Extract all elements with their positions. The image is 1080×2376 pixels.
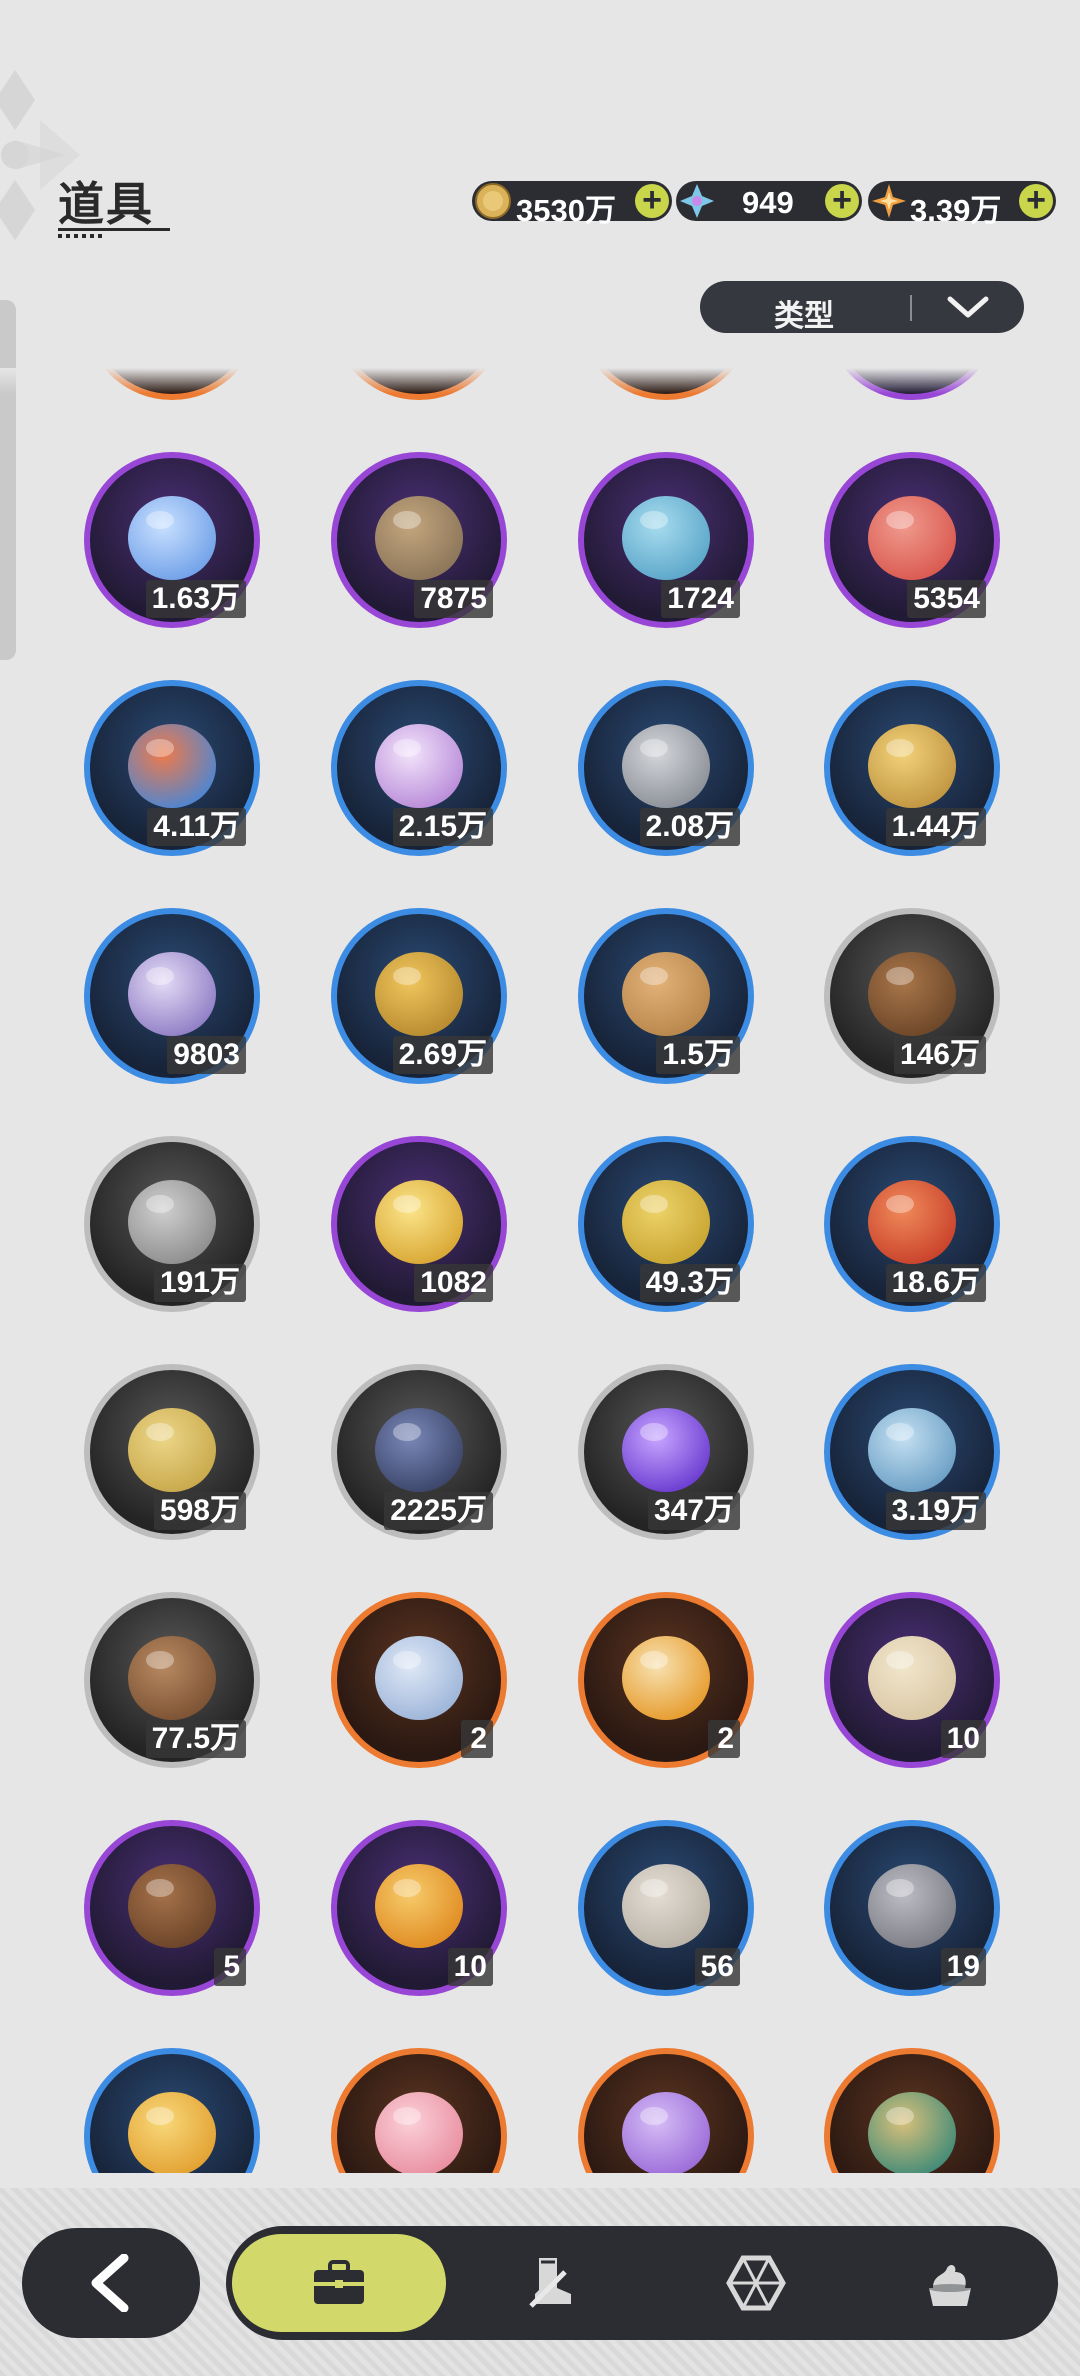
item-slot[interactable] <box>578 2048 754 2173</box>
item-count: 1.63万 <box>145 580 246 618</box>
add-star-button[interactable]: + <box>1019 183 1053 218</box>
item-slot[interactable]: 2225万 <box>331 1364 507 1540</box>
item-slot[interactable]: 1.63万 <box>84 452 260 628</box>
purple-bouquet-icon <box>604 2070 728 2173</box>
item-slot[interactable]: 19 <box>824 1820 1000 1996</box>
tab-consumables[interactable] <box>850 2234 1050 2332</box>
currency-gold-value: 3530万 <box>516 193 616 228</box>
item-slot[interactable]: 2 <box>578 1592 754 1768</box>
currency-gold: 3530万 + <box>472 181 672 228</box>
briefcase-icon <box>314 2260 364 2304</box>
type-filter-dropdown[interactable]: 类型 <box>700 281 1024 333</box>
item-slot[interactable]: 5 <box>84 1820 260 1996</box>
item-count: 146万 <box>893 1036 986 1074</box>
item-slot[interactable]: 598万 <box>84 1364 260 1540</box>
item-count: 2.69万 <box>392 1036 493 1074</box>
tab-equipment[interactable] <box>454 2234 654 2332</box>
chevron-down-icon <box>947 296 989 318</box>
title-dots <box>58 234 106 238</box>
item-slot[interactable]: 18.6万 <box>824 1136 1000 1312</box>
crystal-icon <box>680 184 714 218</box>
item-count: 2.15万 <box>392 808 493 846</box>
item-slot[interactable] <box>824 2048 1000 2173</box>
item-slot[interactable]: 4.11万 <box>84 680 260 856</box>
page-title: 道具 <box>58 178 154 230</box>
item-count: 1.5万 <box>656 1036 740 1074</box>
tab-items[interactable] <box>232 2234 446 2332</box>
gold-coin-icon <box>475 183 511 219</box>
boot-sword-icon <box>529 2258 571 2308</box>
tab-gems[interactable] <box>656 2234 856 2332</box>
item-slot[interactable]: 77.5万 <box>84 1592 260 1768</box>
item-count: 1.44万 <box>885 808 986 846</box>
pocket-watch-icon <box>850 2070 974 2173</box>
item-count: 7875 <box>414 580 493 618</box>
item-count: 18.6万 <box>885 1264 986 1302</box>
add-crystal-button[interactable]: + <box>825 183 859 218</box>
item-slot[interactable]: 146万 <box>824 908 1000 1084</box>
item-count: 10 <box>940 1720 986 1758</box>
type-filter-label: 类型 <box>774 300 834 333</box>
item-grid[interactable]: 1.63万 7875 1724 5354 4.11万 2.15万 2.08万 1… <box>0 368 1080 2173</box>
item-slot[interactable]: 9803 <box>84 908 260 1084</box>
currency-star-value: 3.39万 <box>910 193 1002 228</box>
item-slot[interactable]: 10 <box>824 1592 1000 1768</box>
item-slot[interactable]: 2.69万 <box>331 908 507 1084</box>
item-slot[interactable]: 347万 <box>578 1364 754 1540</box>
item-count: 10 <box>447 1948 493 1986</box>
item-count: 2 <box>708 1720 740 1758</box>
item-slot[interactable]: 2.08万 <box>578 680 754 856</box>
item-count: 9803 <box>167 1036 246 1074</box>
item-count: 3.19万 <box>885 1492 986 1530</box>
item-count: 2225万 <box>384 1492 493 1530</box>
item-slot[interactable]: 2.15万 <box>331 680 507 856</box>
item-slot[interactable]: 5354 <box>824 452 1000 628</box>
item-slot[interactable]: 1082 <box>331 1136 507 1312</box>
item-count: 5 <box>214 1948 246 1986</box>
item-count: 5354 <box>907 580 986 618</box>
elixir-vial-icon <box>110 2070 234 2173</box>
item-slot[interactable] <box>84 2048 260 2173</box>
cream-pot-icon <box>928 2265 972 2306</box>
star-gem-icon <box>872 184 906 218</box>
item-count: 4.11万 <box>147 808 246 846</box>
item-count: 1082 <box>414 1264 493 1302</box>
back-arrow-icon <box>91 2254 129 2312</box>
currency-crystal: 949 + <box>676 181 862 221</box>
item-slot[interactable]: 56 <box>578 1820 754 1996</box>
item-count: 598万 <box>153 1492 246 1530</box>
item-slot[interactable]: 1.5万 <box>578 908 754 1084</box>
item-slot[interactable]: 1.44万 <box>824 680 1000 856</box>
currency-crystal-value: 949 <box>742 185 794 220</box>
item-count: 19 <box>940 1948 986 1986</box>
item-count: 2 <box>461 1720 493 1758</box>
item-count: 1724 <box>661 580 740 618</box>
item-count: 49.3万 <box>639 1264 740 1302</box>
item-slot[interactable]: 49.3万 <box>578 1136 754 1312</box>
item-slot[interactable]: 10 <box>331 1820 507 1996</box>
type-filter-separator <box>910 295 912 321</box>
item-slot[interactable]: 1724 <box>578 452 754 628</box>
currency-star: 3.39万 + <box>868 181 1056 228</box>
gem-hexagon-icon <box>726 2255 786 2311</box>
grid-top-fade <box>0 368 1080 394</box>
item-slot[interactable]: 7875 <box>331 452 507 628</box>
item-count: 77.5万 <box>145 1720 246 1758</box>
item-count: 56 <box>694 1948 740 1986</box>
add-gold-button[interactable]: + <box>635 183 669 218</box>
back-button[interactable] <box>22 2228 200 2338</box>
item-slot[interactable]: 3.19万 <box>824 1364 1000 1540</box>
item-count: 2.08万 <box>639 808 740 846</box>
item-slot[interactable] <box>331 2048 507 2173</box>
item-slot[interactable]: 2 <box>331 1592 507 1768</box>
item-count: 191万 <box>153 1264 246 1302</box>
item-slot[interactable]: 191万 <box>84 1136 260 1312</box>
pink-bouquet-icon <box>357 2070 481 2173</box>
title-underline <box>58 228 170 231</box>
bottom-nav-bar <box>226 2226 1058 2340</box>
item-count: 347万 <box>647 1492 740 1530</box>
